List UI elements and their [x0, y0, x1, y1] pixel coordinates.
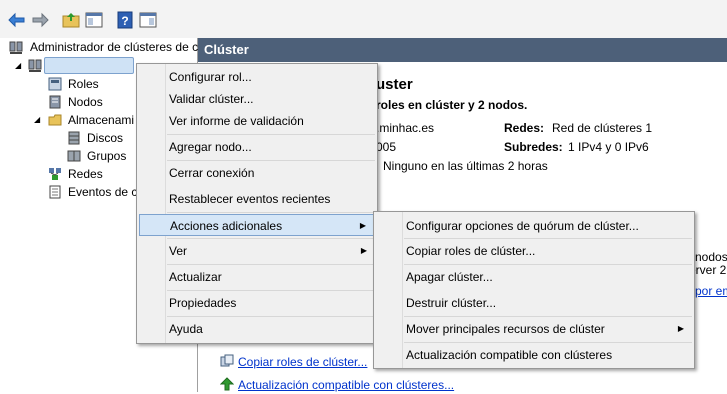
tree-item-disks[interactable]: Discos: [87, 130, 123, 147]
menu-item-configure-role[interactable]: Configurar rol...: [139, 66, 375, 88]
menu-item-refresh[interactable]: Actualizar: [139, 266, 375, 288]
expand-triangle-icon[interactable]: ◢: [34, 115, 40, 124]
subredes-label: Subredes:: [504, 140, 563, 154]
cluster-aware-update-link[interactable]: Actualización compatible con clústeres..…: [238, 378, 454, 392]
nodes-icon: [48, 95, 62, 109]
redes-label: Redes:: [504, 121, 545, 135]
pane-header: Clúster: [198, 38, 727, 62]
toolbar: ?: [0, 0, 727, 39]
menu-separator: [404, 342, 692, 343]
tree-item-groups[interactable]: Grupos: [87, 148, 126, 165]
submenu-item-cluster-aware-updating[interactable]: Actualización compatible con clústeres: [376, 344, 692, 366]
events-icon: [48, 185, 62, 199]
menu-item-help[interactable]: Ayuda: [139, 318, 375, 340]
copy-roles-icon: [220, 354, 234, 368]
cluster-summary: roles en clúster y 2 nodos.: [376, 98, 528, 112]
menu-separator: [167, 264, 375, 265]
menu-separator: [404, 264, 692, 265]
menu-separator: [167, 238, 375, 239]
cluster-title: uster: [376, 76, 413, 93]
menu-separator: [167, 290, 375, 291]
svg-text:?: ?: [121, 14, 128, 28]
context-menu: Configurar rol... Validar clúster... Ver…: [136, 63, 378, 344]
selected-cluster-node[interactable]: [44, 57, 134, 74]
tree-item-roles[interactable]: Roles: [68, 76, 99, 93]
networks-icon: [48, 167, 62, 181]
menu-item-close-connection[interactable]: Cerrar conexión: [139, 162, 375, 184]
submenu-item-shutdown-cluster[interactable]: Apagar clúster...: [376, 266, 692, 288]
menu-separator: [167, 134, 375, 135]
submenu-item-move-core-resources[interactable]: Mover principales recursos de clúster ▶: [376, 318, 692, 340]
cluster-domain: .minhac.es: [376, 121, 435, 135]
roles-icon: [48, 77, 62, 91]
menu-item-view[interactable]: Ver ▶: [139, 240, 375, 262]
more-actions-submenu: Configurar opciones de quórum de clúster…: [373, 211, 695, 369]
cluster-node-icon: [28, 58, 42, 72]
menu-item-properties[interactable]: Propiedades: [139, 292, 375, 314]
update-arrow-icon: [219, 377, 235, 391]
menu-item-reset-recent-events[interactable]: Restablecer eventos recientes: [139, 188, 375, 210]
partial-text-nodes: nodos: [695, 250, 727, 264]
forward-arrow-icon[interactable]: [31, 11, 49, 29]
menu-item-add-node[interactable]: Agregar nodo...: [139, 136, 375, 158]
disks-icon: [67, 131, 81, 145]
groups-icon: [67, 149, 81, 163]
recent-events-value: Ninguno en las últimas 2 horas: [383, 159, 548, 173]
cluster-version: 005: [376, 140, 397, 154]
menu-separator: [404, 316, 692, 317]
menu-separator: [404, 238, 692, 239]
menu-separator: [167, 160, 375, 161]
tree-item-networks[interactable]: Redes: [68, 166, 103, 183]
menu-separator: [167, 316, 375, 317]
submenu-item-copy-roles[interactable]: Copiar roles de clúster...: [376, 240, 692, 262]
menu-item-more-actions[interactable]: Acciones adicionales ▶: [139, 214, 375, 236]
show-hide-console-tree-icon[interactable]: [85, 11, 103, 29]
cluster-manager-icon: [9, 40, 23, 54]
back-arrow-icon[interactable]: [8, 11, 26, 29]
menu-item-validate-cluster[interactable]: Validar clúster...: [139, 88, 375, 110]
partial-link[interactable]: por em: [695, 284, 727, 298]
redes-value: Red de clústeres 1: [552, 121, 653, 135]
subredes-value: 1 IPv4 y 0 IPv6: [568, 140, 649, 154]
help-icon[interactable]: ?: [116, 11, 134, 29]
tree-root[interactable]: Administrador de clústeres de c: [30, 39, 198, 56]
tree-item-events[interactable]: Eventos de c: [68, 184, 137, 201]
submenu-arrow-icon: ▶: [360, 246, 367, 255]
submenu-arrow-icon: ▶: [359, 221, 366, 230]
submenu-item-configure-quorum[interactable]: Configurar opciones de quórum de clúster…: [376, 215, 692, 237]
menu-separator: [167, 212, 375, 213]
submenu-arrow-icon: ▶: [677, 324, 684, 333]
submenu-item-destroy-cluster[interactable]: Destruir clúster...: [376, 292, 692, 314]
up-folder-icon[interactable]: [62, 11, 80, 29]
menu-item-view-validation-report[interactable]: Ver informe de validación: [139, 110, 375, 132]
show-hide-action-pane-icon[interactable]: [139, 11, 157, 29]
copy-roles-link[interactable]: Copiar roles de clúster...: [238, 355, 367, 369]
tree-item-nodes[interactable]: Nodos: [68, 94, 103, 111]
tree-item-storage[interactable]: Almacenami: [68, 112, 134, 129]
storage-icon: [48, 113, 62, 127]
expand-triangle-icon[interactable]: ◢: [15, 61, 21, 70]
